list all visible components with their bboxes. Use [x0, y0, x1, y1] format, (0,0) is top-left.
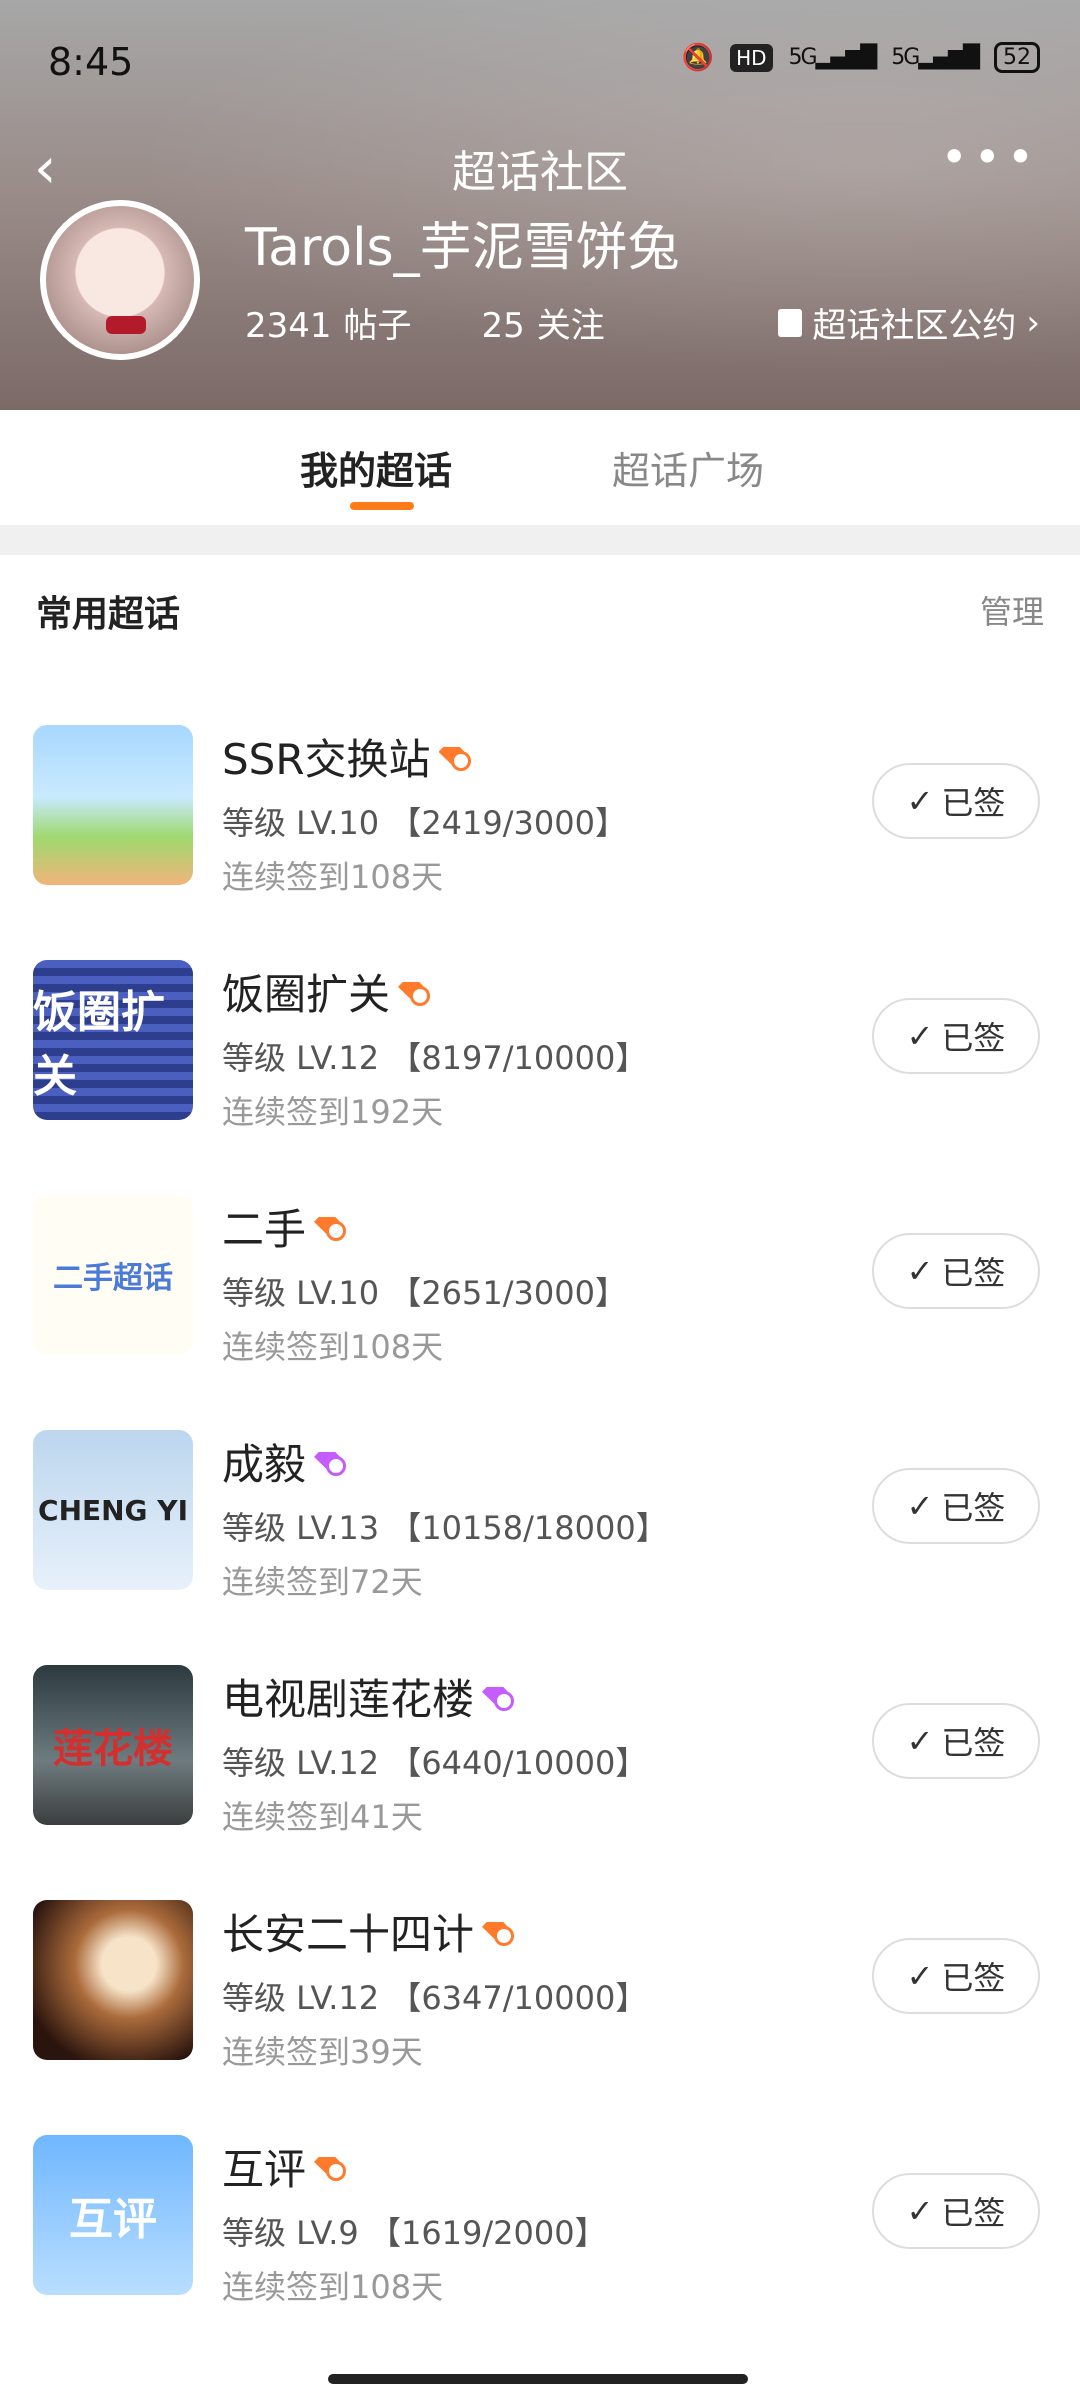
topic-name: SSR交换站 [222, 735, 431, 784]
level-gem-icon [482, 1683, 515, 1711]
topic-name: 成毅 [222, 1440, 307, 1489]
signed-in-button[interactable]: ✓ 已签 [872, 1938, 1040, 2014]
flag-icon [778, 308, 803, 337]
top-bar: ‹ 超话社区 ••• [0, 130, 1080, 201]
topic-thumbnail [33, 725, 193, 885]
tab-my-supertopics[interactable]: 我的超话 [300, 440, 452, 495]
manage-button[interactable]: 管理 [980, 587, 1044, 633]
list-item[interactable]: CHENG YI 成毅 等级 LV.13 【10158/18000】 连续签到7… [0, 1425, 1080, 1660]
follow-stat[interactable]: 25 关注 [482, 298, 605, 347]
check-icon: ✓ [906, 1017, 934, 1055]
avatar[interactable] [40, 200, 200, 360]
checkin-streak: 连续签到108天 [222, 2268, 444, 2306]
check-icon: ✓ [906, 1252, 934, 1290]
list-item[interactable]: SSR交换站 等级 LV.10 【2419/3000】 连续签到108天 ✓ 已签 [0, 720, 1080, 955]
topic-level: 等级 LV.12 【8197/10000】 [222, 1039, 648, 1077]
signed-in-button[interactable]: ✓ 已签 [872, 1468, 1040, 1544]
user-nickname: Tarols_芋泥雪饼兔 [245, 218, 680, 278]
active-tab-indicator [350, 502, 414, 510]
topic-thumbnail: 二手超话 [33, 1195, 193, 1355]
signed-in-button[interactable]: ✓ 已签 [872, 2173, 1040, 2249]
signed-in-button[interactable]: ✓ 已签 [872, 1703, 1040, 1779]
signed-in-button[interactable]: ✓ 已签 [872, 998, 1040, 1074]
list-item[interactable]: 饭圈扩关 饭圈扩关 等级 LV.12 【8197/10000】 连续签到192天… [0, 955, 1080, 1190]
battery-icon: 52 [994, 42, 1040, 73]
tab-supertopic-square[interactable]: 超话广场 [612, 440, 764, 495]
topic-name: 电视剧莲花楼 [222, 1675, 475, 1724]
topic-level: 等级 LV.13 【10158/18000】 [222, 1509, 668, 1547]
checkin-streak: 连续签到41天 [222, 1798, 423, 1836]
checkin-streak: 连续签到192天 [222, 1093, 444, 1131]
signed-in-button[interactable]: ✓ 已签 [872, 763, 1040, 839]
topic-thumbnail [33, 1900, 193, 2060]
topic-level: 等级 LV.12 【6347/10000】 [222, 1979, 648, 2017]
check-icon: ✓ [906, 2192, 934, 2230]
community-rules-link[interactable]: 超话社区公约 › [778, 298, 1040, 347]
section-title: 常用超话 [36, 594, 181, 635]
checkin-streak: 连续签到39天 [222, 2033, 423, 2071]
topic-name: 互评 [222, 2145, 307, 2194]
tabs: 我的超话 超话广场 [0, 410, 1080, 525]
level-gem-icon [314, 1448, 347, 1476]
level-gem-icon [314, 2153, 347, 2181]
page-title: 超话社区 [452, 147, 628, 198]
topic-thumbnail: 饭圈扩关 [33, 960, 193, 1120]
level-gem-icon [398, 978, 431, 1006]
topic-level: 等级 LV.9 【1619/2000】 [222, 2214, 607, 2252]
check-icon: ✓ [906, 1722, 934, 1760]
signal-icon-2: 5G▂▄▆█ [891, 45, 980, 70]
more-options-icon[interactable]: ••• [941, 130, 1040, 184]
signal-icon-1: 5G▂▄▆█ [788, 45, 878, 70]
topic-name: 二手 [222, 1205, 307, 1254]
list-item[interactable]: 二手超话 二手 等级 LV.10 【2651/3000】 连续签到108天 ✓ 已… [0, 1190, 1080, 1425]
user-stats: 2341 帖子 25 关注 [245, 298, 605, 347]
supertopic-list: SSR交换站 等级 LV.10 【2419/3000】 连续签到108天 ✓ 已签… [0, 720, 1080, 2365]
topic-level: 等级 LV.10 【2419/3000】 [222, 804, 627, 842]
profile-header: 8:45 🔕 HD 5G▂▄▆█ 5G▂▄▆█ 52 ‹ 超话社区 ••• Ta… [0, 0, 1080, 410]
status-bar: 8:45 🔕 HD 5G▂▄▆█ 5G▂▄▆█ 52 [48, 40, 1040, 90]
checkin-streak: 连续签到108天 [222, 1328, 444, 1366]
hd-icon: HD [730, 43, 773, 72]
mute-icon: 🔕 [681, 42, 715, 73]
topic-thumbnail: 莲花楼 [33, 1665, 193, 1825]
divider [0, 525, 1080, 555]
topic-name: 长安二十四计 [222, 1910, 475, 1959]
topic-thumbnail: 互评 [33, 2135, 193, 2295]
signed-in-button[interactable]: ✓ 已签 [872, 1233, 1040, 1309]
chevron-right-icon: › [1026, 302, 1040, 343]
topic-thumbnail: CHENG YI [33, 1430, 193, 1590]
list-item[interactable]: 莲花楼 电视剧莲花楼 等级 LV.12 【6440/10000】 连续签到41天… [0, 1660, 1080, 1895]
section-header: 常用超话 管理 [0, 585, 1080, 645]
check-icon: ✓ [906, 1487, 934, 1525]
topic-level: 等级 LV.10 【2651/3000】 [222, 1274, 627, 1312]
check-icon: ✓ [906, 1957, 934, 1995]
checkin-streak: 连续签到108天 [222, 858, 444, 896]
home-indicator[interactable] [328, 2374, 748, 2384]
list-item[interactable]: 互评 互评 等级 LV.9 【1619/2000】 连续签到108天 ✓ 已签 [0, 2130, 1080, 2365]
checkin-streak: 连续签到72天 [222, 1563, 423, 1601]
list-item[interactable]: 长安二十四计 等级 LV.12 【6347/10000】 连续签到39天 ✓ 已签 [0, 1895, 1080, 2130]
topic-level: 等级 LV.12 【6440/10000】 [222, 1744, 648, 1782]
status-time: 8:45 [48, 40, 134, 84]
level-gem-icon [482, 1918, 515, 1946]
level-gem-icon [314, 1213, 347, 1241]
topic-name: 饭圈扩关 [222, 970, 391, 1019]
level-gem-icon [439, 743, 471, 771]
posts-stat[interactable]: 2341 帖子 [245, 298, 412, 347]
check-icon: ✓ [906, 782, 934, 820]
